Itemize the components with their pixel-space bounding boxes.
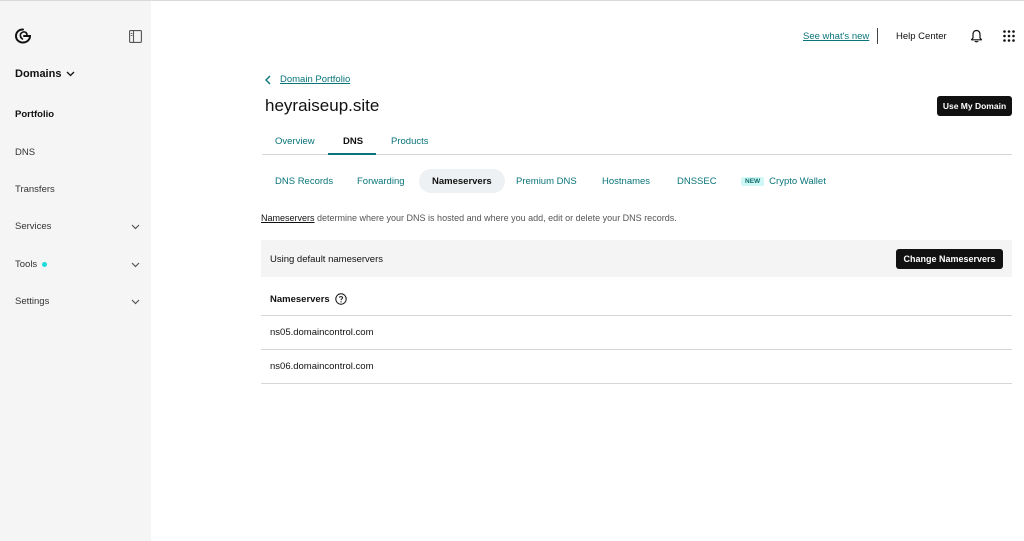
nameserver-value: ns05.domaincontrol.com: [270, 327, 374, 338]
see-whats-new-link[interactable]: See what's new: [803, 31, 869, 42]
nameservers-column-header: Nameservers: [270, 293, 330, 305]
table-row: ns05.domaincontrol.com: [261, 316, 1012, 350]
nameserver-status-banner: Using default nameservers Change Nameser…: [261, 240, 1012, 277]
notification-dot: [42, 262, 48, 267]
sidebar-item-label: DNS: [15, 147, 36, 158]
description-text: determine where your DNS is hosted and w…: [314, 213, 677, 223]
subtab-premium-dns[interactable]: Premium DNS: [516, 176, 577, 187]
table-row: ns06.domaincontrol.com: [261, 350, 1012, 384]
sidebar-item-tools[interactable]: Tools: [15, 259, 140, 270]
sidebar-item-transfers[interactable]: Transfers: [15, 184, 140, 195]
help-center-link[interactable]: Help Center: [896, 31, 947, 42]
subtab-hostnames[interactable]: Hostnames: [602, 176, 650, 187]
new-badge: NEW: [741, 177, 765, 186]
use-my-domain-button[interactable]: Use My Domain: [937, 96, 1012, 116]
apps-grid-icon[interactable]: [1003, 30, 1015, 42]
sidebar-item-label: Transfers: [15, 184, 55, 195]
chevron-down-icon: [131, 299, 140, 304]
nameserver-value: ns06.domaincontrol.com: [270, 361, 374, 372]
change-nameservers-button[interactable]: Change Nameservers: [896, 249, 1003, 269]
sidebar: Domains Portfolio DNS Transfers Services…: [0, 1, 151, 541]
sidebar-item-label: Settings: [15, 296, 50, 307]
topbar-divider: [877, 28, 878, 44]
domains-title: Domains: [15, 68, 62, 80]
table-header: Nameservers: [261, 283, 1012, 316]
sidebar-item-label: Services: [15, 221, 52, 232]
subtab-crypto-wallet-label: Crypto Wallet: [769, 176, 826, 187]
help-circle-icon[interactable]: [334, 293, 347, 305]
godaddy-logo-icon[interactable]: [14, 27, 32, 45]
tab-products[interactable]: Products: [391, 136, 429, 147]
nameservers-description: Nameservers determine where your DNS is …: [261, 213, 677, 223]
chevron-down-icon: [67, 71, 75, 77]
subtab-nameservers[interactable]: Nameservers: [419, 169, 505, 193]
bell-icon[interactable]: [970, 29, 983, 43]
chevron-down-icon: [131, 262, 140, 267]
sidebar-item-services[interactable]: Services: [15, 221, 140, 232]
sidebar-item-label: Tools: [15, 259, 38, 270]
subtab-forwarding[interactable]: Forwarding: [357, 176, 405, 187]
collapse-sidebar-icon[interactable]: [129, 30, 142, 43]
sidebar-item-portfolio[interactable]: Portfolio: [15, 109, 140, 120]
subtab-dns-records[interactable]: DNS Records: [275, 176, 333, 187]
chevron-left-icon[interactable]: [265, 75, 271, 85]
banner-text: Using default nameservers: [270, 254, 383, 265]
tab-overview[interactable]: Overview: [275, 136, 315, 147]
sidebar-item-dns[interactable]: DNS: [15, 147, 140, 158]
sidebar-item-label: Portfolio: [15, 109, 55, 120]
sidebar-item-settings[interactable]: Settings: [15, 296, 140, 307]
tab-dns[interactable]: DNS: [343, 136, 363, 147]
domains-menu[interactable]: Domains: [15, 68, 75, 80]
subtab-dnssec[interactable]: DNSSEC: [677, 176, 717, 187]
nameservers-table: Nameservers ns05.domaincontrol.com ns06.…: [261, 283, 1012, 384]
subtab-crypto-wallet[interactable]: NEW Crypto Wallet: [741, 176, 826, 187]
main-tabs: Overview DNS Products: [262, 134, 1012, 155]
nameservers-help-link[interactable]: Nameservers: [261, 213, 315, 223]
active-tab-indicator: [328, 153, 376, 155]
chevron-down-icon: [131, 224, 140, 229]
breadcrumb-domain-portfolio-link[interactable]: Domain Portfolio: [280, 74, 350, 85]
breadcrumb: Domain Portfolio: [265, 74, 350, 85]
page-title: heyraiseup.site: [265, 96, 380, 115]
